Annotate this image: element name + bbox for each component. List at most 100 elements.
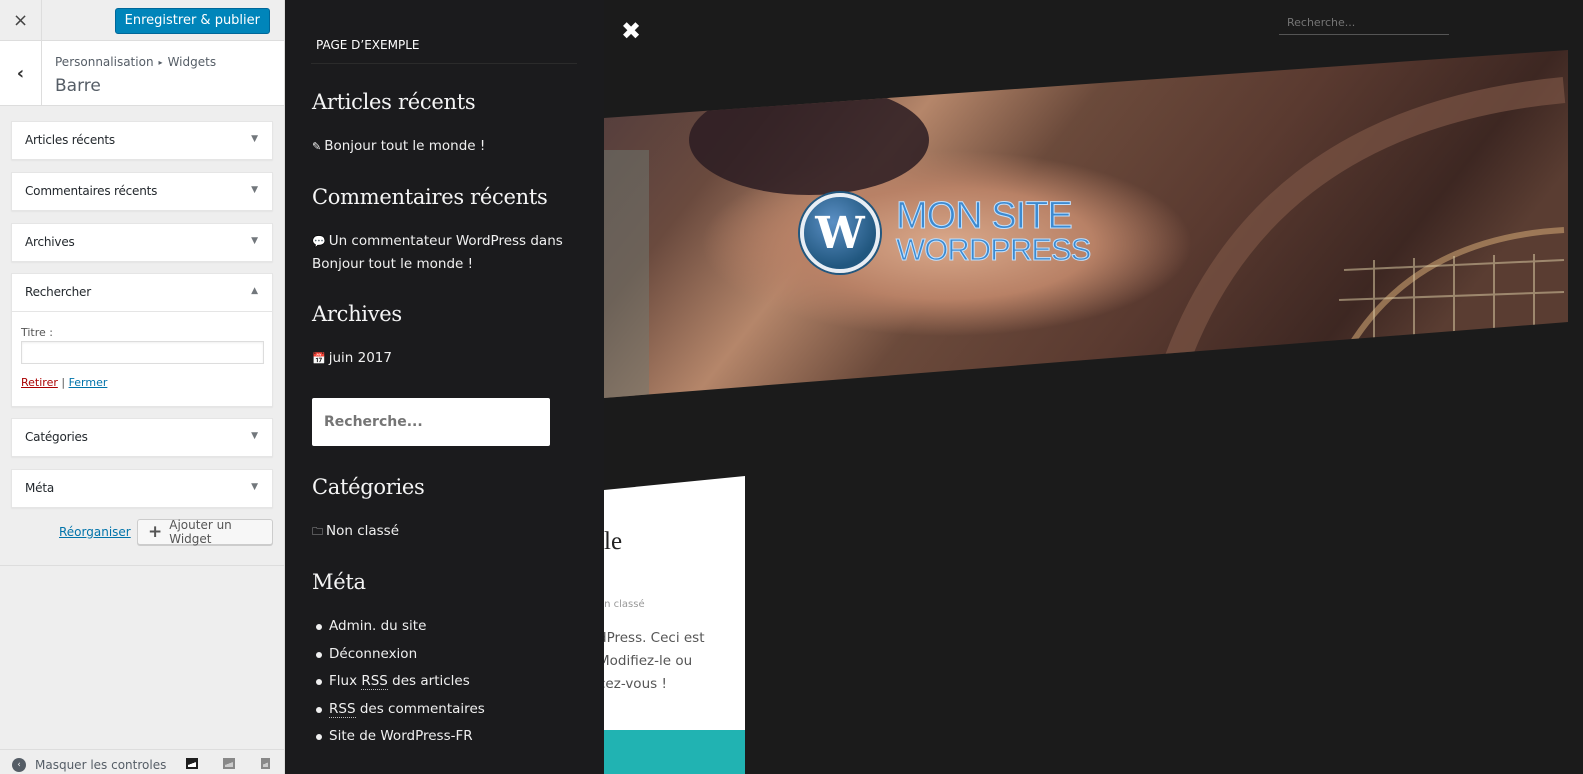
caret-down-icon: ▼ bbox=[251, 236, 258, 246]
sidebar-panel: PAGE D’EXEMPLE Articles récents ✎ Bonjour… bbox=[286, 0, 604, 774]
close-icon: × bbox=[12, 10, 29, 31]
comment-icon: 💬 bbox=[312, 235, 326, 248]
widget-toggle[interactable]: Méta ▼ bbox=[12, 470, 272, 507]
read-more-band[interactable] bbox=[604, 730, 745, 774]
action-separator: | bbox=[57, 376, 69, 389]
add-widget-label: Ajouter un Widget bbox=[169, 518, 232, 546]
comment-author-link[interactable]: Un commentateur WordPress dans bbox=[329, 233, 563, 249]
collapse-label: Masquer les controles bbox=[35, 758, 167, 772]
caret-up-icon: ▲ bbox=[251, 286, 258, 296]
meta-item-admin[interactable]: Admin. du site bbox=[316, 615, 485, 643]
widget-recent-comments: Commentaires récents ▼ bbox=[11, 172, 273, 211]
post-card: le on classé dPress. Ceci est Modifiez-l… bbox=[604, 476, 745, 774]
desktop-preview-icon[interactable] bbox=[186, 758, 198, 769]
folder-icon: 🗀 bbox=[312, 525, 323, 538]
meta-item-posts-rss[interactable]: Flux RSS des articles bbox=[316, 670, 485, 698]
rss-abbr: RSS bbox=[329, 700, 356, 718]
meta-text: Admin. du site bbox=[329, 618, 427, 634]
recent-post-item[interactable]: ✎ Bonjour tout le monde ! bbox=[312, 135, 485, 158]
title-field[interactable] bbox=[21, 341, 264, 364]
site-preview: W MON SITE WORDPRESS ✖ le on classé dPre… bbox=[286, 0, 1583, 774]
breadcrumb-item: Widgets bbox=[167, 55, 217, 69]
widget-recent-posts: Articles récents ▼ bbox=[11, 121, 273, 160]
caret-down-icon: ▼ bbox=[251, 134, 258, 144]
rss-abbr: RSS bbox=[361, 673, 388, 690]
widget-archives: Archives ▼ bbox=[11, 223, 273, 262]
meta-text: des commentaires bbox=[355, 700, 485, 717]
widget-title: Méta bbox=[25, 481, 54, 495]
breadcrumb-item: Personnalisation bbox=[55, 55, 154, 69]
save-publish-button[interactable]: Enregistrer & publier bbox=[114, 8, 270, 34]
close-menu-icon[interactable]: ✖ bbox=[621, 17, 641, 45]
widget-toggle[interactable]: Catégories ▼ bbox=[12, 419, 272, 456]
meta-item-comments-rss[interactable]: RSS des commentaires bbox=[316, 698, 485, 726]
meta-list: Admin. du site Déconnexion Flux RSS des … bbox=[316, 615, 485, 753]
add-widget-button[interactable]: + Ajouter un Widget bbox=[137, 518, 273, 546]
header-search-input[interactable] bbox=[1279, 11, 1449, 35]
tablet-preview-icon[interactable] bbox=[223, 758, 235, 769]
widget-area-actions: Réorganiser + Ajouter un Widget bbox=[0, 518, 285, 546]
comment-post-link[interactable]: Bonjour tout le monde ! bbox=[312, 256, 473, 272]
meta-text: Flux bbox=[329, 673, 362, 689]
wordpress-logo-icon: W bbox=[800, 193, 880, 273]
pencil-icon: ✎ bbox=[312, 140, 322, 153]
widget-search: Rechercher ▲ Titre : Retirer | Fermer bbox=[11, 273, 273, 407]
meta-text: Site de WordPress-FR bbox=[329, 728, 473, 744]
mobile-preview-icon[interactable] bbox=[261, 758, 270, 769]
widget-title-recent-posts: Articles récents bbox=[312, 90, 476, 114]
divider bbox=[0, 565, 285, 566]
header-image bbox=[604, 50, 1568, 398]
sidebar-search-input[interactable] bbox=[312, 398, 550, 446]
widget-title: Commentaires récents bbox=[25, 184, 158, 198]
divider bbox=[311, 63, 577, 64]
widget-categories: Catégories ▼ bbox=[11, 418, 273, 457]
section-header: ‹ Personnalisation ▸ Widgets Barre bbox=[0, 41, 284, 106]
meta-item-wordpress-fr[interactable]: Site de WordPress-FR bbox=[316, 725, 485, 753]
post-excerpt: dPress. Ceci est Modifiez-le ou cez-vous… bbox=[604, 627, 745, 696]
widget-toggle[interactable]: Commentaires récents ▼ bbox=[12, 173, 272, 210]
meta-item-logout[interactable]: Déconnexion bbox=[316, 643, 485, 671]
close-customizer-button[interactable]: × bbox=[0, 0, 42, 41]
excerpt-line: Modifiez-le ou bbox=[604, 653, 693, 669]
widget-title-recent-comments: Commentaires récents bbox=[312, 185, 548, 209]
widget-title: Rechercher bbox=[25, 285, 91, 299]
caret-down-icon: ▼ bbox=[251, 185, 258, 195]
recent-post-link[interactable]: Bonjour tout le monde ! bbox=[324, 138, 485, 154]
widget-toggle[interactable]: Rechercher ▲ bbox=[12, 274, 272, 311]
plus-icon: + bbox=[148, 521, 163, 542]
recent-comment-item: 💬 Un commentateur WordPress dans Bonjour … bbox=[312, 230, 563, 275]
collapse-sidebar-button[interactable]: ‹ Masquer les controles bbox=[12, 758, 166, 772]
category-item[interactable]: 🗀 Non classé bbox=[312, 520, 399, 543]
remove-widget-link[interactable]: Retirer bbox=[21, 376, 58, 389]
section-title: Barre bbox=[55, 76, 101, 96]
archive-item[interactable]: 📅 juin 2017 bbox=[312, 347, 392, 370]
logo-text: MON SITE WORDPRESS bbox=[895, 195, 1091, 268]
reorder-link[interactable]: Réorganiser bbox=[59, 525, 131, 539]
widget-title-categories: Catégories bbox=[312, 475, 425, 499]
header-banner bbox=[604, 0, 1583, 774]
archive-link[interactable]: juin 2017 bbox=[329, 350, 392, 366]
chevron-left-icon: ‹ bbox=[16, 63, 25, 84]
widget-meta: Méta ▼ bbox=[11, 469, 273, 508]
site-logo[interactable]: W MON SITE WORDPRESS bbox=[800, 193, 1092, 273]
category-link[interactable]: Non classé bbox=[326, 523, 399, 539]
close-widget-link[interactable]: Fermer bbox=[69, 376, 108, 389]
excerpt-line: cez-vous ! bbox=[604, 676, 667, 692]
caret-down-icon: ▼ bbox=[251, 431, 258, 441]
logo-line-1: MON SITE bbox=[895, 195, 1073, 237]
widget-title: Archives bbox=[25, 235, 75, 249]
widget-toggle[interactable]: Archives ▼ bbox=[12, 224, 272, 261]
widget-title-meta: Méta bbox=[312, 570, 366, 594]
meta-text: Déconnexion bbox=[329, 645, 418, 662]
collapse-icon: ‹ bbox=[12, 758, 26, 772]
widget-toggle[interactable]: Articles récents ▼ bbox=[12, 122, 272, 159]
customizer-sidebar: × Enregistrer & publier ‹ Personnalisati… bbox=[0, 0, 285, 774]
menu-item-sample-page[interactable]: PAGE D’EXEMPLE bbox=[316, 38, 419, 52]
post-title[interactable]: le bbox=[604, 528, 622, 556]
customizer-header: × Enregistrer & publier bbox=[0, 0, 284, 41]
breadcrumb: Personnalisation ▸ Widgets bbox=[55, 55, 216, 69]
title-field-label: Titre : bbox=[21, 326, 54, 339]
back-button[interactable]: ‹ bbox=[0, 41, 42, 106]
excerpt-line: dPress. Ceci est bbox=[604, 630, 705, 646]
post-category[interactable]: on classé bbox=[604, 599, 645, 610]
